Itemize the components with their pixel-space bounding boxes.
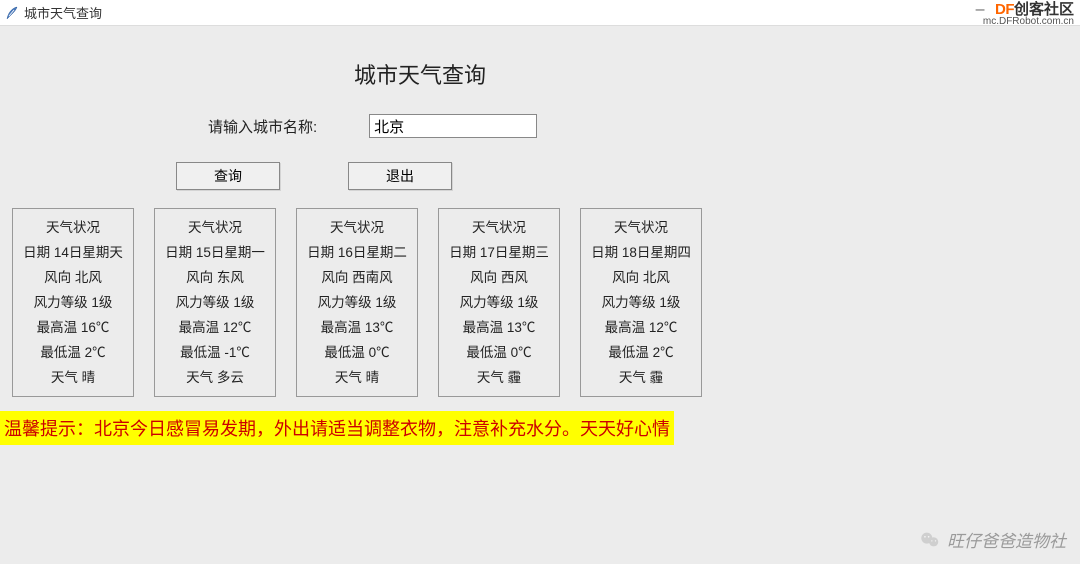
card-line: 日期 15日星期一	[155, 240, 275, 265]
button-row: 查询 退出	[0, 162, 1080, 190]
card-line: 天气状况	[297, 215, 417, 240]
card-line: 风力等级 1级	[581, 290, 701, 315]
forecast-cards-row: 天气状况日期 14日星期天风向 北风风力等级 1级最高温 16℃最低温 2℃天气…	[0, 208, 1080, 397]
card-line: 天气状况	[155, 215, 275, 240]
card-line: 风向 北风	[581, 265, 701, 290]
window-title: 城市天气查询	[24, 3, 102, 22]
card-line: 最低温 2℃	[13, 340, 133, 365]
card-line: 风向 北风	[13, 265, 133, 290]
forecast-card: 天气状况日期 18日星期四风向 北风风力等级 1级最高温 12℃最低温 2℃天气…	[580, 208, 702, 397]
card-line: 日期 18日星期四	[581, 240, 701, 265]
card-line: 天气状况	[439, 215, 559, 240]
card-line: 最高温 13℃	[439, 315, 559, 340]
card-line: 最高温 13℃	[297, 315, 417, 340]
watermark-text: 旺仔爸爸造物社	[947, 527, 1066, 552]
card-line: 风力等级 1级	[13, 290, 133, 315]
forecast-card: 天气状况日期 14日星期天风向 北风风力等级 1级最高温 16℃最低温 2℃天气…	[12, 208, 134, 397]
tip-bar: 温馨提示：北京今日感冒易发期，外出请适当调整衣物，注意补充水分。天天好心情	[0, 411, 674, 445]
card-line: 日期 16日星期二	[297, 240, 417, 265]
tk-feather-icon	[4, 5, 20, 21]
card-line: 日期 14日星期天	[13, 240, 133, 265]
card-line: 最高温 12℃	[581, 315, 701, 340]
input-row: 请输入城市名称:	[0, 114, 1080, 138]
card-line: 最低温 0℃	[439, 340, 559, 365]
card-line: 天气 晴	[297, 365, 417, 390]
card-line: 风力等级 1级	[297, 290, 417, 315]
forecast-card: 天气状况日期 15日星期一风向 东风风力等级 1级最高温 12℃最低温 -1℃天…	[154, 208, 276, 397]
card-line: 天气 霾	[439, 365, 559, 390]
card-line: 天气 晴	[13, 365, 133, 390]
card-line: 天气状况	[581, 215, 701, 240]
card-line: 最低温 2℃	[581, 340, 701, 365]
app-body: 城市天气查询 请输入城市名称: 查询 退出 天气状况日期 14日星期天风向 北风…	[0, 26, 1080, 564]
wechat-icon	[919, 529, 941, 551]
card-line: 天气 多云	[155, 365, 275, 390]
card-line: 风向 西风	[439, 265, 559, 290]
city-input-label: 请输入城市名称:	[208, 116, 317, 137]
card-line: 风力等级 1级	[439, 290, 559, 315]
titlebar-right: – DF创客社区 mc.DFRobot.com.cn	[976, 2, 1074, 27]
card-line: 天气 霾	[581, 365, 701, 390]
card-line: 最低温 0℃	[297, 340, 417, 365]
card-line: 风向 西南风	[297, 265, 417, 290]
card-line: 日期 17日星期三	[439, 240, 559, 265]
exit-button[interactable]: 退出	[348, 162, 452, 190]
wechat-watermark: 旺仔爸爸造物社	[919, 527, 1066, 552]
forecast-card: 天气状况日期 16日星期二风向 西南风风力等级 1级最高温 13℃最低温 0℃天…	[296, 208, 418, 397]
page-heading: 城市天气查询	[0, 26, 1080, 114]
query-button[interactable]: 查询	[176, 162, 280, 190]
card-line: 风力等级 1级	[155, 290, 275, 315]
card-line: 风向 东风	[155, 265, 275, 290]
city-input[interactable]	[369, 114, 537, 138]
window-titlebar: 城市天气查询 – DF创客社区 mc.DFRobot.com.cn	[0, 0, 1080, 26]
card-line: 天气状况	[13, 215, 133, 240]
forecast-card: 天气状况日期 17日星期三风向 西风风力等级 1级最高温 13℃最低温 0℃天气…	[438, 208, 560, 397]
card-line: 最低温 -1℃	[155, 340, 275, 365]
card-line: 最高温 16℃	[13, 315, 133, 340]
card-line: 最高温 12℃	[155, 315, 275, 340]
